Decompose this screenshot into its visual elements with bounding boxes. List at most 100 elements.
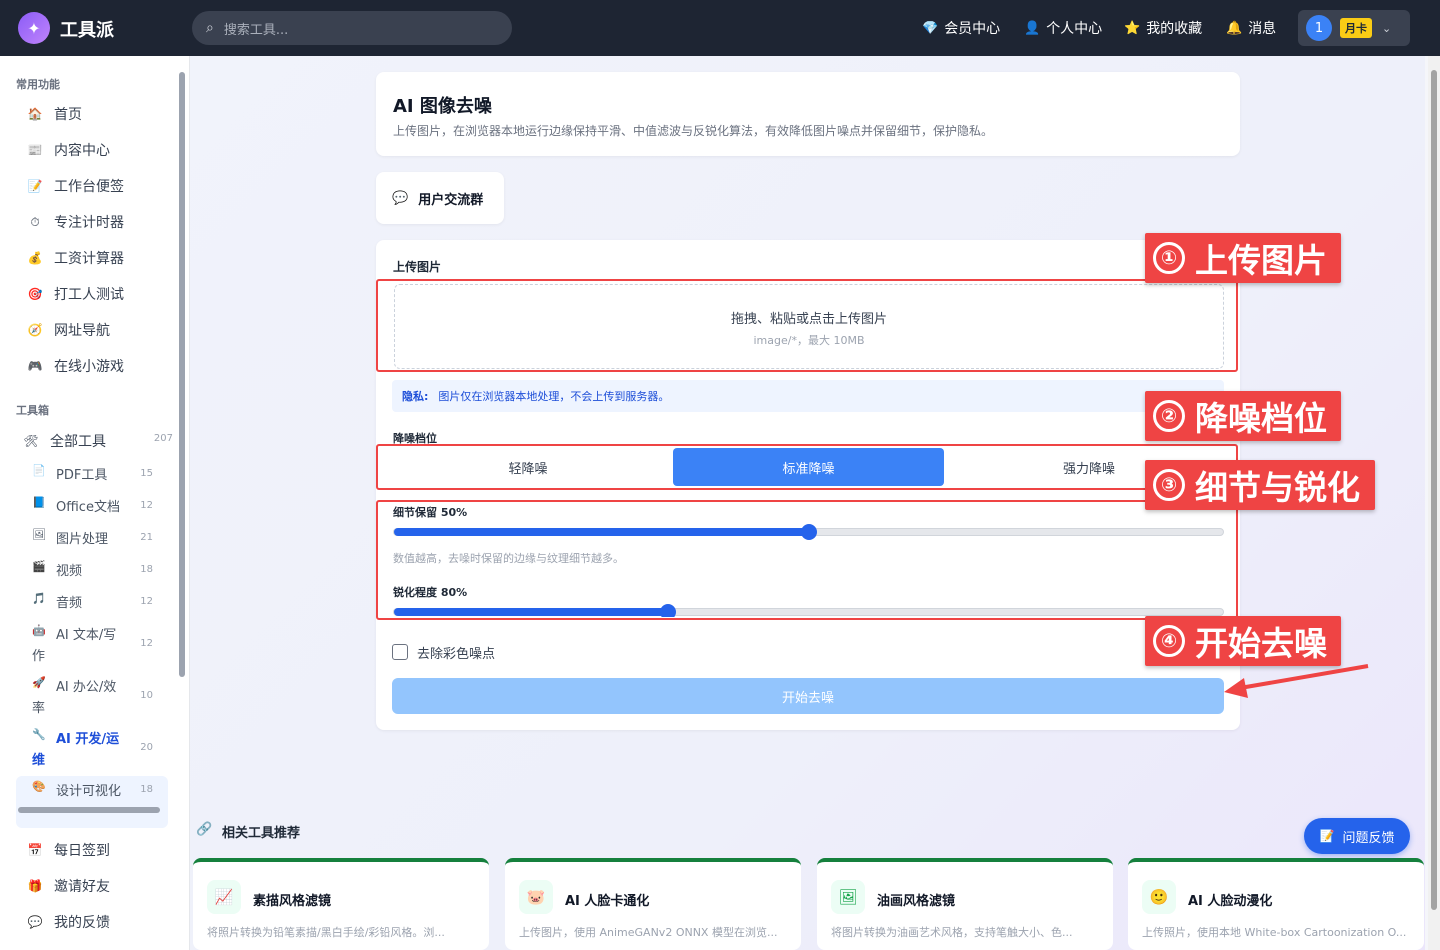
annotation-box-level [376, 444, 1238, 490]
annotation-text: 降噪档位 [1195, 399, 1327, 438]
user-icon: 👤 [1024, 20, 1041, 36]
scrollbar-thumb[interactable] [179, 72, 185, 677]
sidebar-item-content[interactable]: 📰 内容中心 [24, 140, 110, 160]
avatar: 1 [1306, 15, 1332, 41]
music-note-icon: 🎵 [32, 592, 46, 605]
star-icon: ⭐ [1124, 20, 1141, 36]
related-card-oil[interactable]: 🖼 油画风格滤镜 将图片转换为油画艺术风格，支持笔触大小、色... [817, 858, 1113, 950]
chart-line-icon: 📈 [207, 880, 241, 914]
picture-icon: 🖼 [32, 528, 46, 541]
annotation-text: 细节与锐化 [1195, 468, 1360, 507]
nav-messages[interactable]: 🔔 消息 [1226, 0, 1276, 56]
sidebar-item-checkin[interactable]: 📅 每日签到 [24, 840, 110, 860]
start-denoise-button[interactable]: 开始去噪 [392, 678, 1224, 714]
nav-label: 我的收藏 [1146, 21, 1203, 37]
nav-favorites[interactable]: ⭐ 我的收藏 [1124, 0, 1202, 56]
color-noise-checkbox[interactable] [392, 644, 408, 660]
sidebar-item-label: 图片处理 [56, 532, 109, 547]
annotation-box-upload [376, 279, 1238, 372]
money-bag-icon: 💰 [27, 251, 43, 265]
search-icon: ⌕ [206, 20, 214, 36]
sidebar-item-label: 音频 [56, 596, 83, 611]
related-card-title: 素描风格滤镜 [253, 894, 332, 909]
sidebar-item-test[interactable]: 🎯 打工人测试 [24, 284, 124, 304]
nav-member-center[interactable]: 💎 会员中心 [922, 0, 1000, 56]
sidebar-item-label: 工作台便签 [54, 179, 124, 195]
section-title: 工具箱 [16, 404, 49, 417]
wrench-icon: 🔧 [32, 728, 46, 741]
count-badge: 15 [140, 468, 153, 479]
feedback-button[interactable]: 📝 问题反馈 [1304, 818, 1410, 854]
count-badge: 21 [140, 532, 153, 543]
user-group-button[interactable]: 💬 用户交流群 [376, 172, 504, 224]
sidebar-item-label: Office文档 [56, 500, 120, 515]
sidebar-item-all-tools[interactable]: 🛠 全部工具 [20, 431, 106, 451]
user-menu[interactable]: 1 月卡 ⌄ [1298, 10, 1410, 46]
related-title: 相关工具推荐 [222, 826, 301, 841]
nav-profile[interactable]: 👤 个人中心 [1024, 0, 1102, 56]
count-badge: 18 [140, 564, 153, 575]
privacy-label: 隐私: [402, 390, 429, 403]
annotation-text: 上传图片 [1195, 241, 1327, 280]
sidebar-horizontal-scrollbar[interactable] [4, 804, 174, 816]
sidebar-item-label: 邀请好友 [54, 879, 110, 895]
related-card-cartoon[interactable]: 🐷 AI 人脸卡通化 上传图片，使用 AnimeGANv2 ONNX 模型在浏览… [505, 858, 801, 950]
nav-label: 消息 [1248, 21, 1277, 37]
related-card-desc: 上传照片，使用本地 White-box Cartoonization O... [1142, 926, 1407, 939]
feedback-label: 问题反馈 [1342, 830, 1395, 846]
plan-badge: 月卡 [1340, 18, 1372, 38]
logo-icon[interactable]: ✦ [18, 12, 50, 44]
sidebar-item-nav[interactable]: 🧭 网址导航 [24, 320, 110, 340]
compass-icon: 🧭 [27, 323, 43, 337]
sidebar-item-games[interactable]: 🎮 在线小游戏 [24, 356, 124, 376]
sidebar-item-label: 视频 [56, 564, 83, 579]
scrollbar-thumb[interactable] [1431, 70, 1437, 910]
link-icon: 🔗 [196, 822, 213, 837]
brand-name[interactable]: 工具派 [60, 16, 114, 42]
book-icon: 📘 [32, 496, 46, 509]
scrollbar-thumb[interactable] [18, 807, 160, 813]
sidebar-item-label: AI 办公/效 [56, 680, 117, 695]
privacy-notice: 隐私: 图片仅在浏览器本地处理，不会上传到服务器。 [392, 380, 1224, 412]
home-icon: 🏠 [27, 107, 43, 121]
clipboard-icon: 📝 [1319, 829, 1335, 843]
related-card-anime[interactable]: 🙂 AI 人脸动漫化 上传照片，使用本地 White-box Cartooniz… [1128, 858, 1424, 950]
rocket-icon: 🚀 [32, 676, 46, 689]
count-badge: 18 [140, 784, 153, 795]
sidebar-item-feedback[interactable]: 💬 我的反馈 [24, 912, 110, 932]
start-button-label: 开始去噪 [781, 690, 834, 706]
sidebar-scrollbar[interactable] [178, 60, 186, 800]
gift-icon: 🎁 [27, 879, 43, 893]
related-card-title: 油画风格滤镜 [877, 894, 956, 909]
search-placeholder: 搜索工具... [223, 22, 289, 38]
annotation-arrow-icon [1224, 664, 1369, 698]
annotation-callout-2: ② 降噪档位 [1145, 391, 1341, 441]
sidebar-item-notes[interactable]: 📝 工作台便签 [24, 176, 124, 196]
privacy-text: 图片仅在浏览器本地处理，不会上传到服务器。 [438, 390, 670, 403]
count-badge: 10 [140, 690, 153, 701]
top-bar: ✦ 工具派 ⌕ 搜索工具... 💎 会员中心 👤 个人中心 ⭐ 我的收藏 🔔 消… [0, 0, 1440, 56]
target-icon: 🎯 [27, 287, 43, 301]
palette-icon: 🎨 [32, 780, 46, 793]
annotation-number: ① [1153, 242, 1185, 274]
page-scrollbar[interactable] [1428, 56, 1440, 950]
related-card-sketch[interactable]: 📈 素描风格滤镜 将照片转换为铅笔素描/黑白手绘/彩铅风格。浏... [193, 858, 489, 950]
count-badge: 207 [153, 433, 173, 444]
search-input[interactable]: ⌕ 搜索工具... [192, 11, 512, 45]
sidebar-item-salary[interactable]: 💰 工资计算器 [24, 248, 124, 268]
calendar-icon: 📅 [27, 843, 43, 857]
chat-bubble-icon: 💬 [392, 190, 409, 206]
sidebar-item-home[interactable]: 🏠 首页 [24, 104, 82, 124]
pig-face-icon: 🐷 [519, 880, 553, 914]
upload-label: 上传图片 [393, 260, 442, 274]
sidebar-item-label: 我的反馈 [54, 915, 110, 931]
sidebar-item-label: AI 文本/写 [56, 628, 117, 643]
page-header-card: AI 图像去噪 上传图片，在浏览器本地运行边缘保持平滑、中值滤波与反锐化算法，有… [376, 72, 1240, 156]
sidebar-item-label: 专注计时器 [54, 215, 124, 231]
sidebar-item-timer[interactable]: ⏱ 专注计时器 [24, 212, 124, 232]
smiley-icon: 🙂 [1142, 880, 1176, 914]
newspaper-icon: 📰 [27, 143, 43, 157]
color-noise-label[interactable]: 去除彩色噪点 [417, 643, 495, 662]
sidebar-item-invite[interactable]: 🎁 邀请好友 [24, 876, 110, 896]
sidebar-item-label: 设计可视化 [56, 784, 122, 799]
